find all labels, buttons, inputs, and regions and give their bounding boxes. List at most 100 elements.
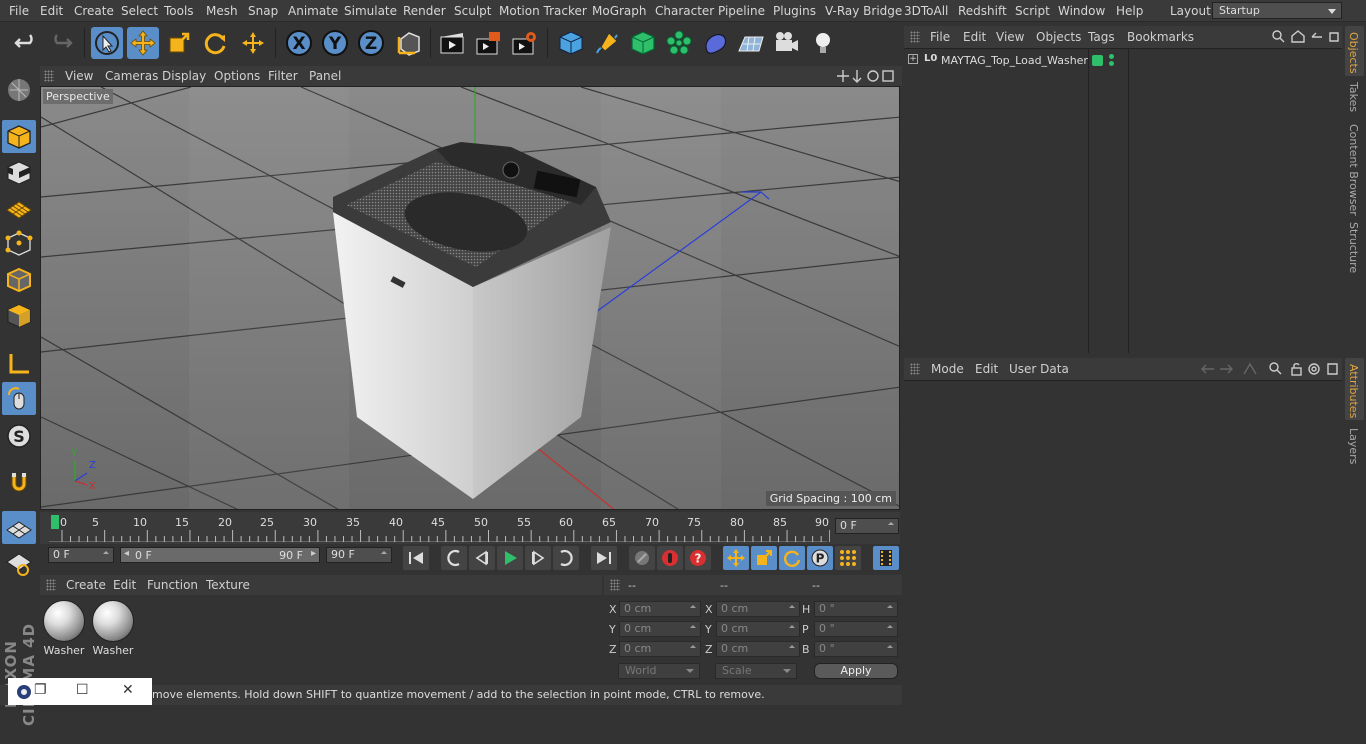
snap-magnet-icon[interactable] bbox=[2, 466, 36, 499]
end-frame-field[interactable]: 90 F bbox=[326, 547, 392, 563]
record-scale-icon[interactable] bbox=[751, 546, 777, 570]
record-parameter-icon[interactable]: P bbox=[807, 546, 833, 570]
rotation-b-field[interactable]: 0 ° bbox=[814, 641, 898, 657]
attribute-menu-user-data[interactable]: User Data bbox=[1009, 362, 1069, 376]
timeline-window-icon[interactable] bbox=[873, 546, 899, 570]
editor-visibility-dot[interactable] bbox=[1109, 54, 1114, 59]
perspective-viewport[interactable]: Perspective Y Z X Grid Spacing : 100 cm bbox=[40, 86, 900, 510]
go-to-start-icon[interactable] bbox=[403, 546, 429, 570]
menu-window[interactable]: Window bbox=[1058, 4, 1105, 18]
position-z-field[interactable]: 0 cm bbox=[619, 641, 701, 657]
record-rotation-icon[interactable] bbox=[779, 546, 805, 570]
menu-3dtoall[interactable]: 3DToAll bbox=[904, 4, 948, 18]
viewport-nav-icons[interactable] bbox=[836, 69, 896, 83]
redo-icon[interactable] bbox=[45, 27, 77, 59]
menu-help[interactable]: Help bbox=[1116, 4, 1143, 18]
autokeying-icon[interactable] bbox=[657, 546, 683, 570]
record-active-objects-icon[interactable] bbox=[629, 546, 655, 570]
tweak-mode-icon[interactable] bbox=[2, 382, 36, 415]
next-frame-icon[interactable] bbox=[525, 546, 551, 570]
record-point-level-icon[interactable] bbox=[835, 546, 861, 570]
viewport-menu-cameras[interactable]: Cameras bbox=[105, 69, 158, 83]
render-view-icon[interactable] bbox=[436, 27, 468, 59]
y-axis-icon[interactable]: Y bbox=[319, 27, 351, 59]
play-icon[interactable] bbox=[497, 546, 523, 570]
viewport-menu-filter[interactable]: Filter bbox=[268, 69, 298, 83]
texture-mode-icon[interactable] bbox=[2, 156, 36, 189]
scale-icon[interactable] bbox=[163, 27, 195, 59]
size-x-field[interactable]: 0 cm bbox=[716, 601, 800, 617]
viewport-menu-panel[interactable]: Panel bbox=[309, 69, 341, 83]
attribute-menu-edit[interactable]: Edit bbox=[975, 362, 998, 376]
timeline-ruler[interactable]: 0 5 10 15 20 25 30 35 40 45 50 55 60 65 … bbox=[40, 512, 900, 544]
tab-attributes[interactable]: Attributes bbox=[1347, 364, 1360, 418]
live-selection-icon[interactable] bbox=[91, 27, 123, 59]
menu-tools[interactable]: Tools bbox=[164, 4, 194, 18]
subdivision-icon[interactable] bbox=[627, 27, 659, 59]
solo-mode-icon[interactable]: S bbox=[2, 419, 36, 452]
undo-icon[interactable] bbox=[10, 27, 42, 59]
object-menu-tags[interactable]: Tags bbox=[1088, 30, 1115, 44]
close-icon[interactable]: ✕ bbox=[122, 682, 134, 698]
points-mode-icon[interactable] bbox=[2, 227, 36, 260]
minimized-window-bar[interactable]: ❐ ☐ ✕ bbox=[8, 678, 152, 705]
material-menu-texture[interactable]: Texture bbox=[206, 578, 250, 592]
menu-sculpt[interactable]: Sculpt bbox=[454, 4, 491, 18]
polygons-mode-icon[interactable] bbox=[2, 299, 36, 332]
tab-structure[interactable]: Structure bbox=[1347, 222, 1360, 273]
viewport-menu-display[interactable]: Display bbox=[162, 69, 206, 83]
size-z-field[interactable]: 0 cm bbox=[716, 641, 800, 657]
rotation-p-field[interactable]: 0 ° bbox=[814, 621, 898, 637]
menu-script[interactable]: Script bbox=[1015, 4, 1050, 18]
keyframe-selection-icon[interactable]: ? bbox=[685, 546, 711, 570]
attribute-manager-nav-icons[interactable] bbox=[1200, 361, 1340, 377]
object-name[interactable]: MAYTAG_Top_Load_Washer bbox=[941, 54, 1088, 67]
workplane-icon[interactable] bbox=[2, 191, 36, 224]
attribute-menu-mode[interactable]: Mode bbox=[931, 362, 964, 376]
menu-mesh[interactable]: Mesh bbox=[206, 4, 238, 18]
object-menu-edit[interactable]: Edit bbox=[963, 30, 986, 44]
cloner-icon[interactable] bbox=[663, 27, 695, 59]
start-frame-field[interactable]: 0 F bbox=[48, 547, 114, 563]
move-icon[interactable] bbox=[127, 27, 159, 59]
edges-mode-icon[interactable] bbox=[2, 263, 36, 296]
pen-icon[interactable] bbox=[591, 27, 623, 59]
tab-layers[interactable]: Layers bbox=[1347, 428, 1360, 464]
floor-icon[interactable] bbox=[735, 27, 767, 59]
material-menu-create[interactable]: Create bbox=[66, 578, 106, 592]
rotate-icon[interactable] bbox=[199, 27, 231, 59]
deformer-icon[interactable] bbox=[699, 27, 731, 59]
tab-content-browser[interactable]: Content Browser bbox=[1347, 124, 1360, 216]
material-menu-edit[interactable]: Edit bbox=[113, 578, 136, 592]
workplane-grid-icon[interactable] bbox=[2, 511, 36, 544]
light-icon[interactable] bbox=[807, 27, 839, 59]
menu-edit[interactable]: Edit bbox=[40, 4, 63, 18]
menu-mograph[interactable]: MoGraph bbox=[592, 4, 647, 18]
material-swatch[interactable]: Washer bbox=[91, 599, 135, 657]
menu-animate[interactable]: Animate bbox=[288, 4, 338, 18]
object-menu-view[interactable]: View bbox=[996, 30, 1024, 44]
model-mode-icon[interactable] bbox=[2, 120, 36, 153]
size-y-field[interactable]: 0 cm bbox=[716, 621, 800, 637]
object-menu-file[interactable]: File bbox=[930, 30, 950, 44]
position-y-field[interactable]: 0 cm bbox=[619, 621, 701, 637]
menu-snap[interactable]: Snap bbox=[248, 4, 278, 18]
layer-color-tag[interactable] bbox=[1092, 55, 1103, 66]
cube-icon[interactable] bbox=[555, 27, 587, 59]
rotation-h-field[interactable]: 0 ° bbox=[814, 601, 898, 617]
apply-button[interactable]: Apply bbox=[814, 663, 898, 679]
tab-objects[interactable]: Objects bbox=[1347, 32, 1360, 74]
x-axis-icon[interactable]: X bbox=[283, 27, 315, 59]
previous-frame-icon[interactable] bbox=[469, 546, 495, 570]
menu-file[interactable]: File bbox=[9, 4, 29, 18]
object-menu-objects[interactable]: Objects bbox=[1036, 30, 1081, 44]
menu-pipeline[interactable]: Pipeline bbox=[718, 4, 765, 18]
menu-motion-tracker[interactable]: Motion Tracker bbox=[499, 4, 587, 18]
camera-icon[interactable] bbox=[771, 27, 803, 59]
menu-render[interactable]: Render bbox=[403, 4, 446, 18]
locked-workplane-icon[interactable] bbox=[2, 547, 36, 580]
expand-toggle-icon[interactable]: + bbox=[908, 54, 918, 64]
record-position-icon[interactable] bbox=[723, 546, 749, 570]
render-visibility-dot[interactable] bbox=[1109, 61, 1114, 66]
viewport-menu-options[interactable]: Options bbox=[214, 69, 260, 83]
